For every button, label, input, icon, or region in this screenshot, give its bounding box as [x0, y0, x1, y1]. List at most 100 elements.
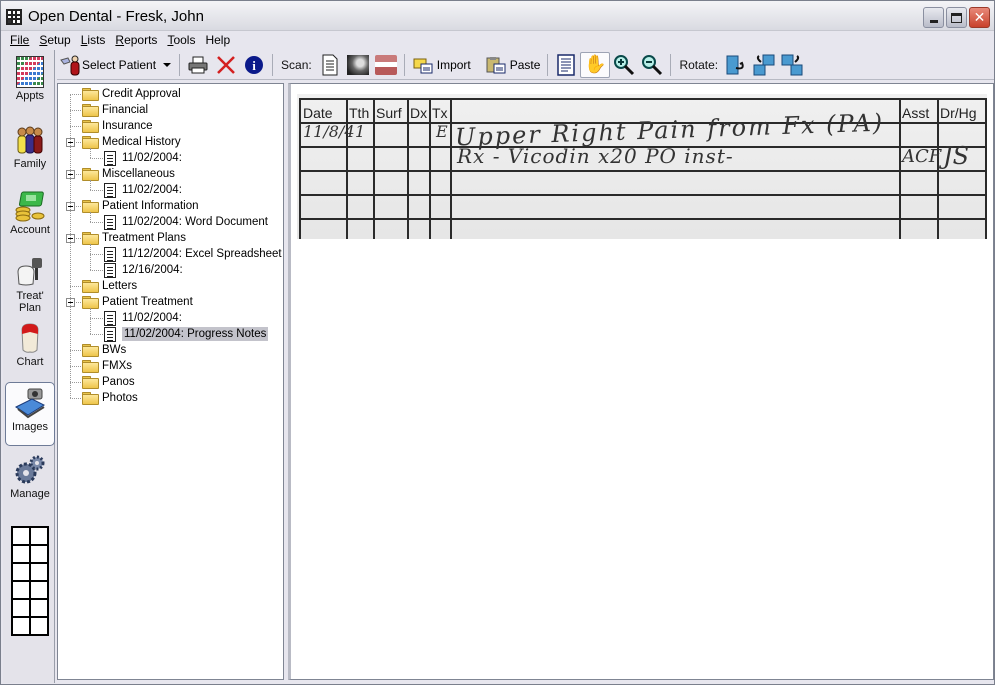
tree-item-label: Miscellaneous — [102, 168, 175, 180]
rotate-right-button[interactable] — [778, 52, 806, 78]
tree-connector — [90, 190, 103, 191]
module-chart[interactable]: Chart — [5, 318, 55, 382]
tree-folder[interactable]: Financial — [82, 102, 148, 118]
paste-button[interactable]: Paste — [482, 52, 544, 78]
scan-header-surface: Surf — [376, 105, 402, 121]
flip-button[interactable] — [722, 52, 750, 78]
folder-icon — [82, 88, 99, 101]
tree-document[interactable]: 11/02/2004: Progress Notes — [104, 326, 269, 342]
import-label: Import — [436, 57, 471, 72]
close-button[interactable]: ✕ — [969, 7, 990, 28]
treatment-plan-icon — [14, 256, 46, 288]
tree-document[interactable]: 12/16/2004: — [104, 262, 183, 278]
minimize-button[interactable] — [923, 7, 944, 28]
menu-reports[interactable]: Reports — [110, 31, 162, 49]
document-icon — [104, 150, 116, 166]
rotate-left-icon — [753, 54, 775, 76]
maximize-icon — [951, 12, 962, 23]
module-family-label: Family — [13, 158, 47, 170]
handwritten-dr: JS — [943, 142, 970, 170]
import-button[interactable]: Import — [409, 52, 474, 78]
tree-connector — [90, 244, 91, 270]
toolbar: Select Patient i Scan: Import Paste ✋ Ro… — [57, 50, 994, 80]
image-viewer[interactable]: Date Tth Surf Dx Tx Asst Dr/Hg 11/8/4 1 … — [288, 83, 994, 680]
folder-icon — [82, 280, 99, 293]
tree-folder[interactable]: BWs — [82, 342, 126, 358]
handwritten-date: 11/8/4 — [303, 122, 355, 141]
close-icon: ✕ — [973, 9, 986, 25]
zoom-out-button[interactable] — [638, 52, 666, 78]
module-images[interactable]: Images — [5, 382, 55, 446]
select-patient-button[interactable]: Select Patient — [57, 52, 159, 78]
tree-folder[interactable]: Panos — [82, 374, 135, 390]
tree-item-label: Financial — [102, 104, 149, 116]
module-account[interactable]: Account — [5, 186, 55, 250]
tree-connector — [70, 366, 81, 367]
tree-document[interactable]: 11/12/2004: Excel Spreadsheet — [104, 246, 282, 262]
window-title: Open Dental - Fresk, John — [28, 8, 204, 25]
rotate-left-button[interactable] — [750, 52, 778, 78]
tree-item-label: Credit Approval — [102, 88, 181, 100]
tree-folder[interactable]: Miscellaneous — [82, 166, 175, 182]
scan-header-dx: Dx — [410, 105, 428, 121]
tree-item-label: BWs — [102, 344, 127, 356]
tree-document[interactable]: 11/02/2004: — [104, 182, 182, 198]
tree-folder[interactable]: Medical History — [82, 134, 181, 150]
tree-folder[interactable]: Treatment Plans — [82, 230, 186, 246]
tree-folder[interactable]: Patient Treatment — [82, 294, 193, 310]
module-bar: Appts Family Account Treat' Plan Chart I… — [3, 50, 55, 683]
minimize-icon — [929, 20, 938, 23]
module-manage[interactable]: Manage — [5, 450, 55, 514]
menu-file[interactable]: File — [5, 31, 34, 49]
menu-help[interactable]: Help — [200, 31, 235, 49]
rotate-label: Rotate: — [679, 57, 719, 72]
tree-folder[interactable]: Insurance — [82, 118, 153, 134]
document-icon — [104, 310, 116, 326]
tree-folder[interactable]: Letters — [82, 278, 137, 294]
zoom-in-button[interactable] — [610, 52, 638, 78]
tree-folder[interactable]: Photos — [82, 390, 138, 406]
tree-connector — [90, 254, 103, 255]
pan-hand-button[interactable]: ✋ — [580, 51, 611, 78]
app-window: Open Dental - Fresk, John ✕ File Setup L… — [0, 0, 995, 685]
tree-document[interactable]: 11/02/2004: — [104, 150, 182, 166]
tree-connector — [90, 308, 91, 334]
import-icon — [412, 54, 434, 76]
menu-tools[interactable]: Tools — [162, 31, 200, 49]
account-money-icon — [14, 190, 46, 222]
maximize-button[interactable] — [946, 7, 967, 28]
scan-document-button[interactable] — [316, 52, 344, 78]
select-patient-label: Select Patient — [82, 57, 157, 72]
tree-folder[interactable]: Patient Information — [82, 198, 199, 214]
module-appts[interactable]: Appts — [5, 52, 55, 116]
print-button[interactable] — [184, 52, 212, 78]
info-button[interactable]: i — [240, 52, 268, 78]
delete-button[interactable] — [212, 52, 240, 78]
scan-xray-button[interactable] — [344, 52, 372, 78]
module-family[interactable]: Family — [5, 120, 55, 184]
open-dental-logo-icon — [6, 9, 22, 25]
chevron-down-icon — [163, 62, 172, 67]
view-document-button[interactable] — [552, 52, 580, 78]
menu-lists[interactable]: Lists — [76, 31, 111, 49]
tree-document[interactable]: 11/02/2004: Word Document — [104, 214, 268, 230]
delete-x-icon — [215, 54, 237, 76]
document-icon — [104, 214, 116, 230]
tree-connector — [90, 222, 103, 223]
tree-folder[interactable]: FMXs — [82, 358, 132, 374]
tree-connector — [90, 212, 91, 222]
title-bar[interactable]: Open Dental - Fresk, John ✕ — [1, 1, 994, 31]
menu-setup[interactable]: Setup — [34, 31, 75, 49]
tree-item-label: Letters — [102, 280, 138, 292]
tree-folder[interactable]: Credit Approval — [82, 86, 181, 102]
gears-icon — [14, 454, 46, 486]
module-treat-plan[interactable]: Treat' Plan — [5, 252, 55, 316]
image-category-tree[interactable]: Credit Approval Financial Insurance Medical… — [57, 83, 284, 680]
scan-photo-button[interactable] — [372, 52, 400, 78]
scan-header-dr-hg: Dr/Hg — [940, 105, 977, 121]
tree-document[interactable]: 11/02/2004: — [104, 310, 182, 326]
folder-icon — [82, 296, 99, 309]
tree-connector — [70, 110, 81, 111]
select-patient-dropdown[interactable] — [159, 52, 175, 78]
scanner-camera-icon — [14, 387, 46, 419]
